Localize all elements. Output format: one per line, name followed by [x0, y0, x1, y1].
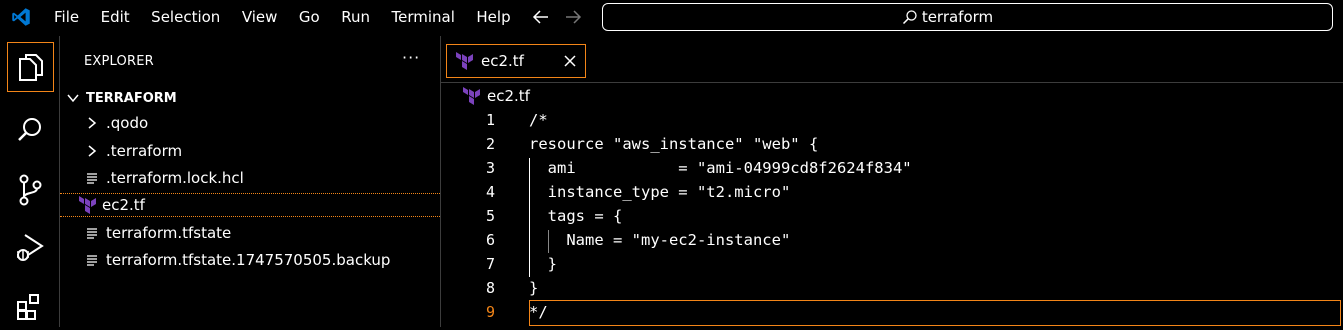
editor-area: ec2.tf ec2.tf 1 /* 2 resource "aws_insta… — [441, 36, 1343, 327]
chevron-right-icon — [88, 117, 97, 129]
line-text: */ — [529, 303, 548, 321]
line-number: 5 — [485, 207, 495, 225]
code-line: 8 } — [441, 276, 1343, 300]
tree-item-label: .terraform — [106, 142, 183, 160]
line-number: 2 — [485, 135, 495, 153]
terraform-icon — [456, 52, 473, 70]
code-line: 4 instance_type = "t2.micro" — [441, 180, 1343, 204]
tree-item-lock-file[interactable]: .terraform.lock.hcl — [60, 166, 440, 190]
code-line: 1 /* — [441, 108, 1343, 132]
file-lines-icon — [87, 255, 97, 266]
code-editor[interactable]: 1 /* 2 resource "aws_instance" "web" { 3… — [441, 108, 1343, 326]
command-center-search[interactable]: terraform — [602, 3, 1333, 31]
menu-edit[interactable]: Edit — [101, 8, 130, 26]
breadcrumb: ec2.tf — [463, 86, 530, 106]
workspace-folder-name: TERRAFORM — [86, 90, 177, 106]
run-debug-icon — [17, 234, 44, 261]
tree-item-label: terraform.tfstate.1747570505.backup — [106, 251, 391, 269]
activity-bar — [0, 36, 60, 327]
extensions-activity-button[interactable] — [6, 282, 54, 330]
terraform-icon — [463, 87, 480, 105]
line-text: } — [529, 255, 557, 273]
explorer-title: EXPLORER — [84, 54, 154, 69]
menu-selection[interactable]: Selection — [151, 8, 220, 26]
more-actions-button[interactable]: ··· — [402, 48, 420, 67]
tree-item-ec2-tf[interactable]: ec2.tf — [60, 193, 440, 217]
editor-tab-strip: ec2.tf — [441, 36, 1343, 83]
line-text: Name = "my-ec2-instance" — [529, 231, 791, 249]
line-number: 6 — [485, 231, 495, 249]
code-line: 6 Name = "my-ec2-instance" — [441, 228, 1343, 252]
title-bar: File Edit Selection View Go Run Terminal… — [0, 0, 1343, 34]
code-line: 5 tags = { — [441, 204, 1343, 228]
chevron-right-icon — [88, 145, 97, 157]
tree-item-qodo-folder[interactable]: .qodo — [60, 111, 440, 135]
tree-item-terraform-folder[interactable]: .terraform — [60, 139, 440, 163]
tree-item-label: .terraform.lock.hcl — [106, 169, 244, 187]
chevron-down-icon — [67, 94, 79, 103]
indent-guide — [548, 230, 549, 253]
line-number: 8 — [485, 279, 495, 297]
workspace-folder-header[interactable]: TERRAFORM — [66, 88, 177, 108]
tree-item-tfstate-backup[interactable]: terraform.tfstate.1747570505.backup — [60, 248, 440, 272]
menu-run[interactable]: Run — [341, 8, 370, 26]
code-line: 2 resource "aws_instance" "web" { — [441, 132, 1343, 156]
run-debug-activity-button[interactable] — [6, 224, 54, 272]
source-control-activity-button[interactable] — [6, 166, 54, 214]
extensions-icon — [17, 294, 39, 320]
line-number: 7 — [485, 255, 495, 273]
menu-bar: File Edit Selection View Go Run Terminal… — [54, 0, 532, 34]
menu-file[interactable]: File — [54, 8, 79, 26]
code-line: 3 ami = "ami-04999cd8f2624f834" — [441, 156, 1343, 180]
arrow-right-icon[interactable] — [564, 6, 582, 28]
search-text: terraform — [921, 8, 994, 26]
close-icon[interactable] — [563, 51, 577, 71]
terraform-icon — [79, 196, 96, 214]
explorer-sidebar: EXPLORER ··· TERRAFORM .qodo .terraform — [60, 36, 441, 327]
line-number: 1 — [485, 111, 495, 129]
line-text: tags = { — [529, 207, 623, 225]
code-line: 7 } — [441, 252, 1343, 276]
line-text: } — [529, 279, 539, 297]
file-lines-icon — [87, 228, 97, 239]
file-lines-icon — [87, 173, 97, 184]
explorer-activity-button[interactable] — [7, 42, 54, 92]
tree-item-tfstate[interactable]: terraform.tfstate — [60, 221, 440, 245]
search-icon — [18, 118, 41, 141]
tab-label: ec2.tf — [481, 52, 524, 70]
line-number: 4 — [485, 183, 495, 201]
arrow-left-icon[interactable] — [532, 6, 550, 28]
current-line-highlight — [529, 300, 1341, 326]
search-activity-button[interactable] — [6, 106, 54, 154]
line-text: resource "aws_instance" "web" { — [529, 135, 819, 153]
menu-help[interactable]: Help — [476, 8, 510, 26]
tree-item-label: .qodo — [106, 114, 149, 132]
vscode-logo-icon — [12, 8, 30, 26]
menu-view[interactable]: View — [242, 8, 278, 26]
menu-terminal[interactable]: Terminal — [392, 8, 455, 26]
line-text: ami = "ami-04999cd8f2624f834" — [529, 159, 912, 177]
breadcrumb-item[interactable]: ec2.tf — [487, 87, 530, 105]
line-text: instance_type = "t2.micro" — [529, 183, 791, 201]
line-number: 3 — [485, 159, 495, 177]
line-number: 9 — [485, 303, 495, 321]
navigation-arrows — [532, 6, 582, 28]
indent-guide — [529, 158, 530, 277]
tree-item-label: ec2.tf — [102, 196, 145, 214]
tab-ec2-tf[interactable]: ec2.tf — [446, 44, 586, 78]
search-icon — [902, 10, 917, 25]
menu-go[interactable]: Go — [299, 8, 320, 26]
source-control-icon — [19, 174, 42, 206]
tree-item-label: terraform.tfstate — [106, 224, 232, 242]
line-text: /* — [529, 111, 548, 129]
files-icon — [18, 54, 43, 81]
code-line-current: 9 */ — [441, 300, 1343, 326]
